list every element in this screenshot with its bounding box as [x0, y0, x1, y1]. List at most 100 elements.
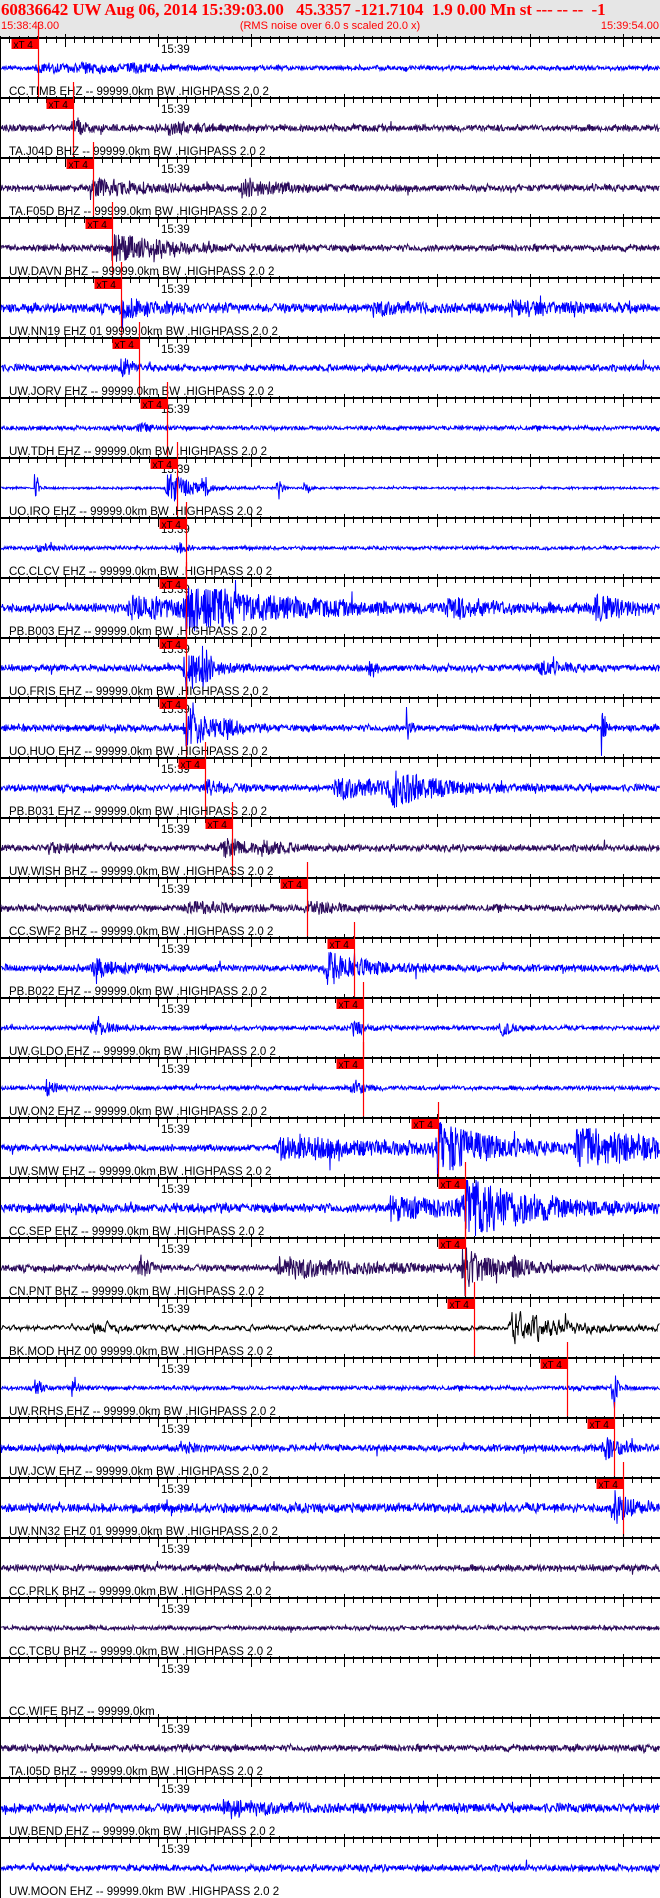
minute-label: 15:39 [161, 1784, 190, 1796]
minute-label: 15:39 [161, 164, 190, 176]
waveform [0, 1375, 660, 1410]
station-label: CC.WIFE BHZ -- 99999.0km [9, 1706, 155, 1718]
pick-label: xT 4 [441, 1180, 461, 1191]
minute-label: 15:39 [161, 884, 190, 896]
waveform [0, 541, 660, 554]
station-label: CC.SEP EHZ -- 99999.0km BW .HIGHPASS 2.0… [9, 1226, 264, 1238]
trace-row: 15:39 UW.MOON EHZ -- 99999.0km BW .HIGHPA… [0, 1834, 660, 1898]
station-label: UO.FRIS EHZ -- 99999.0km BW .HIGHPASS 2.… [9, 686, 268, 698]
minute-label: 15:39 [161, 1724, 190, 1736]
pick-label: xT 4 [543, 1360, 563, 1371]
waveform [0, 1859, 660, 1874]
trace-row: 15:39CC.PRLK BHZ -- 99999.0km BW .HIGHPA… [0, 1534, 660, 1598]
minute-label: 15:39 [161, 1124, 190, 1136]
station-label: PB.B003 EHZ -- 99999.0km BW .HIGHPASS 2.… [9, 626, 267, 638]
minute-label: 15:39 [161, 1004, 190, 1016]
minute-label: 15:39 [161, 1484, 190, 1496]
waveform [0, 1490, 660, 1524]
station-label: TA.J04D BHZ -- 99999.0km BW .HIGHPASS 2.… [9, 146, 266, 158]
station-label: UW.BEND EHZ -- 99999.0km BW .HIGHPASS 2.… [9, 1826, 275, 1838]
pick-label: xT 4 [414, 1120, 434, 1131]
minute-label: 15:39 [161, 1244, 190, 1256]
pick-label: xT 4 [143, 400, 163, 411]
station-label: UW.WISH BHZ -- 99999.0km BW .HIGHPASS 2.… [9, 866, 273, 878]
pick-label: xT 4 [450, 1300, 470, 1311]
station-label: UW.NN19 EHZ 01 99999.0km BW .HIGHPASS 2.… [9, 326, 278, 338]
pick-label: xT 4 [441, 1240, 461, 1251]
waveform [0, 838, 660, 858]
pick-label: xT 4 [590, 1420, 610, 1431]
pick-label: xT 4 [97, 280, 117, 291]
waveform [0, 117, 660, 137]
minute-label: 15:39 [161, 944, 190, 956]
minute-label: 15:39 [161, 344, 190, 356]
waveform [0, 1078, 660, 1097]
station-label: CC.TCBU BHZ -- 99999.0km BW .HIGHPASS 2.… [9, 1646, 273, 1658]
trace-row: 15:39 xT 4 CC.TIMB EHZ -- 99999.0km BW .HI… [0, 22, 660, 98]
minute-label: 15:39 [161, 1424, 190, 1436]
pick-label: xT 4 [162, 580, 182, 591]
waveform [0, 176, 660, 201]
station-label: TA.I05D BHZ -- 99999.0km BW .HIGHPASS 2.… [9, 1766, 263, 1778]
minute-label: 15:39 [161, 1544, 190, 1556]
station-label: CN.PNT BHZ -- 99999.0km BW .HIGHPASS 2.0… [9, 1286, 264, 1298]
waveform [0, 770, 660, 808]
minute-label: 15:39 [161, 1844, 190, 1856]
waveform [0, 1798, 660, 1820]
station-label: UW.DAVN BHZ -- 99999.0km BW .HIGHPASS 2.… [9, 266, 274, 278]
pick-label: xT 4 [88, 220, 108, 231]
pick-label: xT 4 [208, 820, 228, 831]
waveform [0, 421, 660, 433]
station-label: CC.SWF2 BHZ -- 99999.0km BW .HIGHPASS 2.… [9, 926, 273, 938]
waveform [0, 951, 660, 985]
pick-label: xT 4 [162, 520, 182, 531]
seismogram-panel: 15:39 xT 4 CC.TIMB EHZ -- 99999.0km BW .HI… [0, 22, 660, 1898]
pick-label: xT 4 [162, 640, 182, 651]
waveform [0, 645, 660, 692]
pick-label: xT 4 [181, 760, 201, 771]
station-label: PB.B031 EHZ -- 99999.0km BW .HIGHPASS 2.… [9, 806, 267, 818]
station-label: UW.MOON EHZ -- 99999.0km BW .HIGHPASS 2.… [9, 1886, 279, 1898]
minute-label: 15:39 [161, 1304, 190, 1316]
minute-label: 15:39 [161, 104, 190, 116]
station-label: PB.B022 EHZ -- 99999.0km BW .HIGHPASS 2.… [9, 986, 267, 998]
pick-label: xT 4 [115, 340, 135, 351]
waveform [0, 61, 660, 75]
waveform [0, 1311, 660, 1345]
station-label: CC.TIMB EHZ -- 99999.0km BW .HIGHPASS 2.… [9, 86, 269, 98]
station-label: UW.JORV EHZ -- 99999.0km BW .HIGHPASS 2.… [9, 386, 274, 398]
minute-label: 15:39 [161, 1184, 190, 1196]
station-label: UW.TDH EHZ -- 99999.0km BW .HIGHPASS 2.0… [9, 446, 267, 458]
waveform [0, 1623, 660, 1633]
station-label: BK.MOD HHZ 00 99999.0km BW .HIGHPASS 2.0… [9, 1346, 273, 1358]
pick-label: xT 4 [330, 940, 350, 951]
trace-row: 15:39 UW.BEND EHZ -- 99999.0km BW .HIGHPA… [0, 1774, 660, 1838]
station-label: UW.RRHS EHZ -- 99999.0km BW .HIGHPASS 2.… [9, 1406, 276, 1418]
station-label: UW.GLDO EHZ -- 99999.0km BW .HIGHPASS 2.… [9, 1046, 276, 1058]
pick-label: xT 4 [162, 700, 182, 711]
waveform [0, 295, 660, 330]
pick-label: xT 4 [69, 160, 89, 171]
station-label: UW.ON2 EHZ -- 99999.0km BW .HIGHPASS 2.0… [9, 1106, 267, 1118]
pick-label: xT 4 [339, 1000, 359, 1011]
pick-label: xT 4 [283, 880, 303, 891]
minute-label: 15:39 [161, 1364, 190, 1376]
station-label: TA.F05D BHZ -- 99999.0km BW .HIGHPASS 2.… [9, 206, 267, 218]
minute-label: 15:39 [161, 44, 190, 56]
pick-label: xT 4 [599, 1480, 619, 1491]
waveform [0, 1742, 660, 1755]
pick-label: xT 4 [49, 100, 69, 111]
station-label: UW.JCW EHZ -- 99999.0km BW .HIGHPASS 2.0… [9, 1466, 268, 1478]
pick-label: xT 4 [14, 40, 34, 51]
trace-row: 15:39 CC.WIFE BHZ -- 99999.0km [0, 1654, 660, 1718]
pick-label: xT 4 [339, 1060, 359, 1071]
minute-label: 15:39 [161, 284, 190, 296]
minute-label: 15:39 [161, 1664, 190, 1676]
trace-row: 15:39 TA.I05D BHZ -- 99999.0km BW .HIGHPA… [0, 1714, 660, 1778]
waveform [0, 358, 660, 378]
minute-label: 15:39 [161, 1064, 190, 1076]
station-label: UO.HUO EHZ -- 99999.0km BW .HIGHPASS 2.0… [9, 746, 268, 758]
minute-label: 15:39 [161, 1604, 190, 1616]
waveform [0, 1437, 660, 1461]
station-label: UO.IRO EHZ -- 99999.0km BW .HIGHPASS 2.0… [9, 506, 263, 518]
